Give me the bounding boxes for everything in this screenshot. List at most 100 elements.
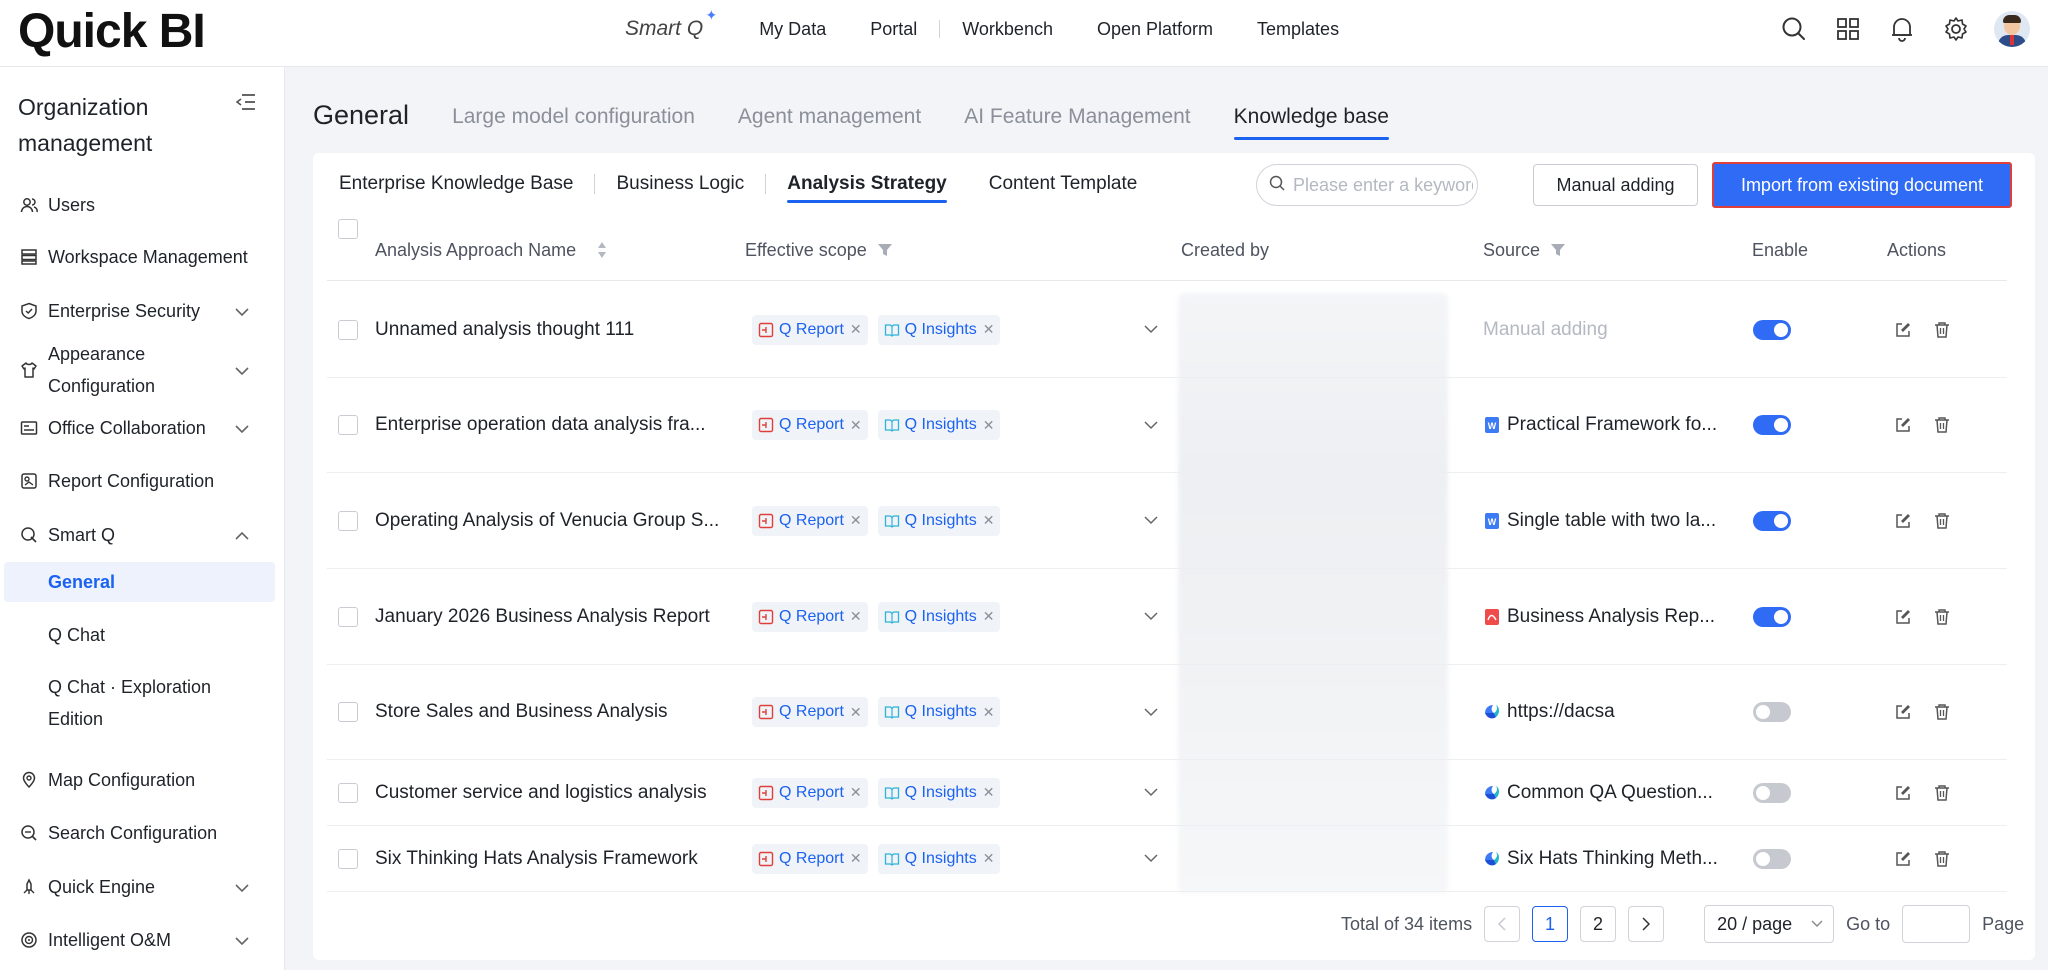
scope-dropdown-chevron-icon[interactable] <box>1144 473 1158 568</box>
nav-templates[interactable]: Templates <box>1235 19 1361 40</box>
sort-icon[interactable] <box>596 240 608 260</box>
chevron-up-icon[interactable] <box>234 525 250 546</box>
edit-icon[interactable] <box>1894 760 1912 825</box>
edit-icon[interactable] <box>1894 378 1912 472</box>
collapse-sidebar-icon[interactable] <box>235 93 256 116</box>
remove-tag-icon[interactable]: ✕ <box>850 784 862 801</box>
import-from-document-button[interactable]: Import from existing document <box>1712 162 2012 208</box>
page-1-button[interactable]: 1 <box>1532 906 1569 942</box>
goto-page-input[interactable] <box>1902 905 1971 943</box>
chevron-down-icon[interactable] <box>234 877 250 898</box>
row-checkbox[interactable] <box>338 760 358 825</box>
sidebar-subitem-general[interactable]: General <box>4 562 275 602</box>
sidebar-item-appearance-configuration[interactable]: Appearance Configuration <box>0 337 285 403</box>
chevron-down-icon[interactable] <box>234 360 250 381</box>
row-checkbox[interactable] <box>338 569 358 664</box>
brand-logo[interactable]: Quick BI <box>18 4 206 60</box>
prev-page-button[interactable] <box>1484 906 1521 942</box>
remove-tag-icon[interactable]: ✕ <box>850 608 862 625</box>
enable-toggle[interactable] <box>1753 569 1791 664</box>
bell-icon[interactable] <box>1886 10 1918 48</box>
chevron-down-icon[interactable] <box>234 301 250 322</box>
sidebar-item-map-configuration[interactable]: Map Configuration <box>0 764 285 796</box>
subtab-enterprise-knowledge-base[interactable]: Enterprise Knowledge Base <box>339 153 594 215</box>
source-text[interactable]: Practical Framework fo... <box>1507 414 1717 436</box>
gear-icon[interactable] <box>1940 10 1972 48</box>
delete-icon[interactable] <box>1934 826 1950 891</box>
subtab-business-logic[interactable]: Business Logic <box>595 153 765 215</box>
row-checkbox[interactable] <box>338 826 358 891</box>
subtab-content-template[interactable]: Content Template <box>968 153 1159 215</box>
column-header-name[interactable]: Analysis Approach Name <box>375 219 608 281</box>
next-page-button[interactable] <box>1628 906 1665 942</box>
search-input[interactable] <box>1293 174 1473 196</box>
remove-tag-icon[interactable]: ✕ <box>850 512 862 529</box>
delete-icon[interactable] <box>1934 760 1950 825</box>
scope-dropdown-chevron-icon[interactable] <box>1144 282 1158 377</box>
chevron-down-icon[interactable] <box>234 418 250 439</box>
remove-tag-icon[interactable]: ✕ <box>983 417 995 434</box>
select-all-checkbox[interactable] <box>338 219 358 239</box>
delete-icon[interactable] <box>1934 378 1950 472</box>
nav-portal[interactable]: Portal <box>848 19 939 40</box>
row-checkbox[interactable] <box>338 473 358 568</box>
user-avatar[interactable] <box>1994 11 2030 47</box>
source-text[interactable]: Single table with two la... <box>1507 510 1716 532</box>
enable-toggle[interactable] <box>1753 473 1791 568</box>
edit-icon[interactable] <box>1894 473 1912 568</box>
remove-tag-icon[interactable]: ✕ <box>850 321 862 338</box>
enable-toggle[interactable] <box>1753 378 1791 472</box>
delete-icon[interactable] <box>1934 282 1950 377</box>
remove-tag-icon[interactable]: ✕ <box>850 850 862 867</box>
row-checkbox[interactable] <box>338 378 358 472</box>
remove-tag-icon[interactable]: ✕ <box>850 704 862 721</box>
sidebar-item-intelligent-om[interactable]: Intelligent O&M <box>0 924 285 956</box>
sidebar-subitem-q-chat[interactable]: Q Chat <box>4 619 275 651</box>
edit-icon[interactable] <box>1894 282 1912 377</box>
tab-ai-feature-management[interactable]: AI Feature Management <box>964 96 1190 138</box>
nav-my-data[interactable]: My Data <box>737 19 848 40</box>
remove-tag-icon[interactable]: ✕ <box>983 704 995 721</box>
delete-icon[interactable] <box>1934 569 1950 664</box>
edit-icon[interactable] <box>1894 569 1912 664</box>
enable-toggle[interactable] <box>1753 760 1791 825</box>
scope-dropdown-chevron-icon[interactable] <box>1144 760 1158 825</box>
enable-toggle[interactable] <box>1753 282 1791 377</box>
delete-icon[interactable] <box>1934 665 1950 759</box>
manual-adding-button[interactable]: Manual adding <box>1533 164 1698 206</box>
smart-q-link[interactable]: Smart Q ✦ <box>625 7 717 41</box>
edit-icon[interactable] <box>1894 665 1912 759</box>
sidebar-item-quick-engine[interactable]: Quick Engine <box>0 871 285 903</box>
apps-grid-icon[interactable] <box>1832 10 1864 48</box>
sidebar-item-enterprise-security[interactable]: Enterprise Security <box>0 295 285 327</box>
source-text[interactable]: https://dacsa <box>1507 701 1615 723</box>
tab-general[interactable]: General <box>313 92 409 138</box>
tab-large-model-configuration[interactable]: Large model configuration <box>452 96 695 138</box>
source-text[interactable]: Business Analysis Rep... <box>1507 606 1715 628</box>
nav-open-platform[interactable]: Open Platform <box>1075 19 1235 40</box>
scope-dropdown-chevron-icon[interactable] <box>1144 378 1158 472</box>
tab-agent-management[interactable]: Agent management <box>738 96 921 138</box>
row-checkbox[interactable] <box>338 282 358 377</box>
enable-toggle[interactable] <box>1753 665 1791 759</box>
remove-tag-icon[interactable]: ✕ <box>983 321 995 338</box>
search-icon[interactable] <box>1778 10 1810 48</box>
sidebar-item-users[interactable]: Users <box>0 189 285 221</box>
scope-dropdown-chevron-icon[interactable] <box>1144 826 1158 891</box>
sidebar-item-workspace-management[interactable]: Workspace Management <box>0 241 285 273</box>
edit-icon[interactable] <box>1894 826 1912 891</box>
remove-tag-icon[interactable]: ✕ <box>983 850 995 867</box>
scope-dropdown-chevron-icon[interactable] <box>1144 665 1158 759</box>
source-text[interactable]: Six Hats Thinking Meth... <box>1507 848 1718 870</box>
filter-icon[interactable] <box>1550 242 1566 258</box>
tab-knowledge-base[interactable]: Knowledge base <box>1233 96 1390 140</box>
sidebar-item-search-configuration[interactable]: Search Configuration <box>0 817 285 849</box>
filter-icon[interactable] <box>877 242 893 258</box>
subtab-analysis-strategy[interactable]: Analysis Strategy <box>766 153 967 215</box>
remove-tag-icon[interactable]: ✕ <box>983 784 995 801</box>
enable-toggle[interactable] <box>1753 826 1791 891</box>
remove-tag-icon[interactable]: ✕ <box>850 417 862 434</box>
nav-workbench[interactable]: Workbench <box>940 19 1075 40</box>
row-checkbox[interactable] <box>338 665 358 759</box>
page-size-select[interactable]: 20 / page <box>1704 905 1835 943</box>
